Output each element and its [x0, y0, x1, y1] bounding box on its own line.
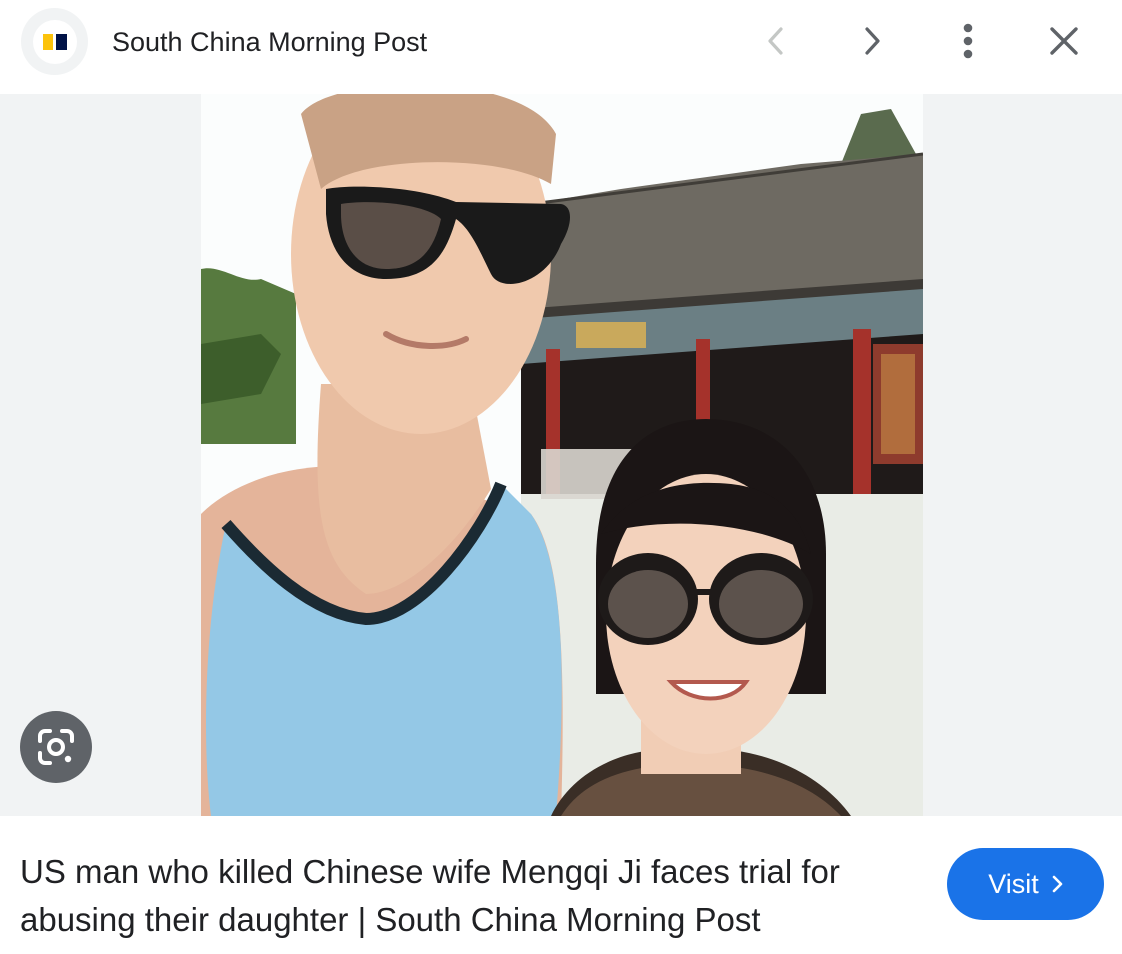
lens-search-button[interactable]	[20, 711, 92, 783]
visit-button-label: Visit	[988, 868, 1039, 899]
google-lens-icon	[38, 729, 74, 765]
close-icon	[1050, 27, 1078, 55]
chevron-left-icon	[768, 27, 783, 55]
visit-button[interactable]: Visit	[947, 848, 1104, 920]
image-viewer: South China Morning Post US man who kill…	[0, 0, 1122, 954]
close-button[interactable]	[1040, 17, 1088, 65]
site-name[interactable]: South China Morning Post	[112, 22, 427, 62]
viewer-header: South China Morning Post	[0, 0, 1122, 94]
scmp-logo-icon	[32, 19, 77, 64]
site-favicon[interactable]	[21, 8, 88, 75]
preview-photo[interactable]	[201, 94, 923, 816]
more-options-button[interactable]	[944, 17, 992, 65]
previous-button[interactable]	[752, 17, 800, 65]
result-info-panel: US man who killed Chinese wife Mengqi Ji…	[0, 816, 1122, 954]
more-vert-icon	[963, 23, 973, 59]
chevron-right-icon	[865, 27, 880, 55]
result-title[interactable]: US man who killed Chinese wife Mengqi Ji…	[20, 848, 920, 944]
image-preview-area	[0, 94, 1122, 816]
next-button[interactable]	[848, 17, 896, 65]
chevron-right-icon	[1052, 875, 1063, 893]
